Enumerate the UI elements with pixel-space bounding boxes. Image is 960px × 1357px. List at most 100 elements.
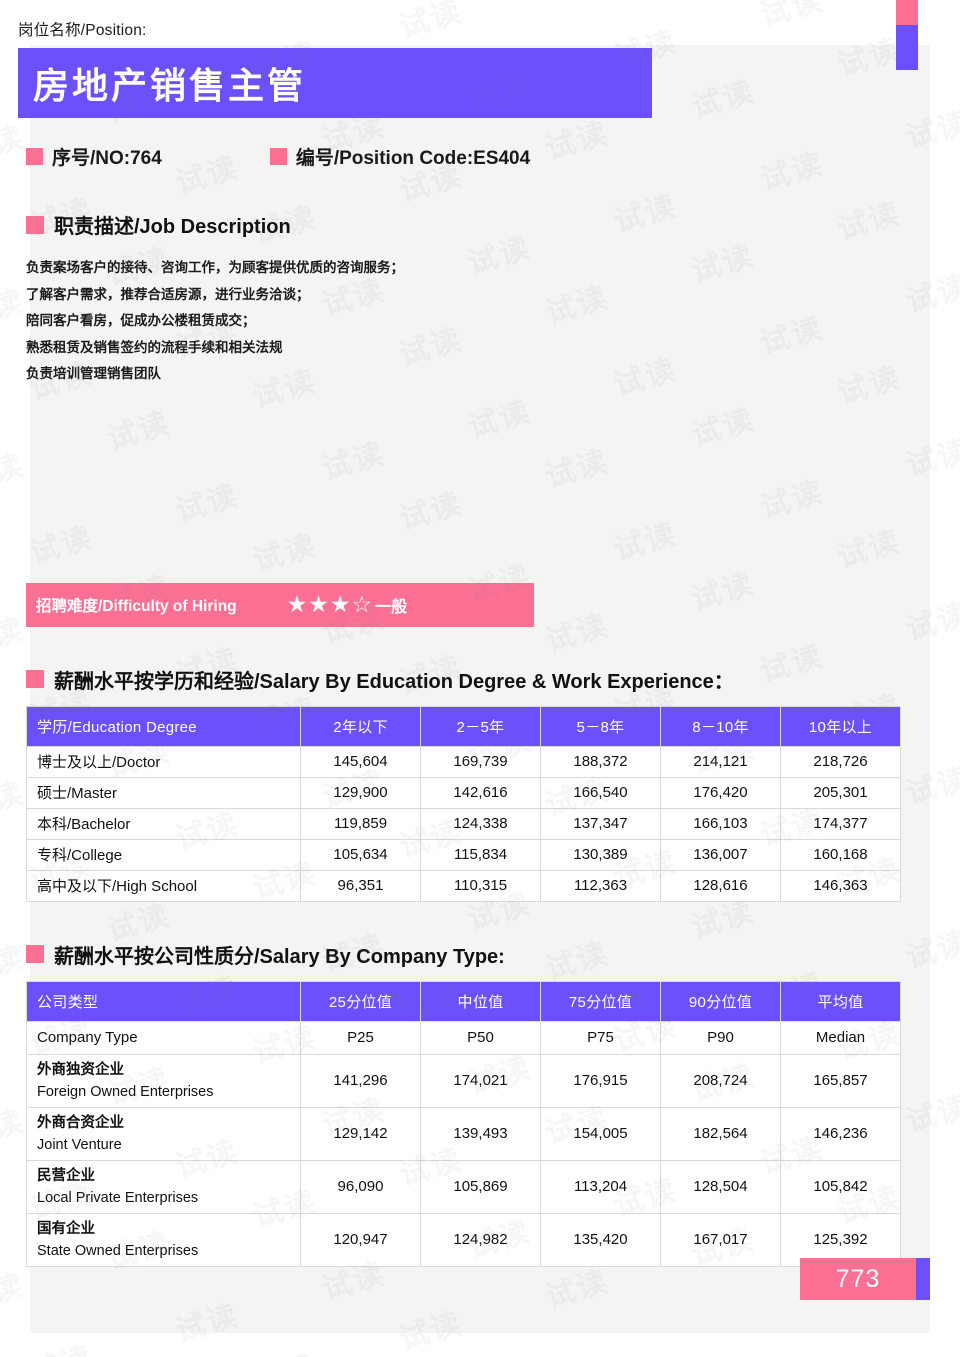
table-cell: 120,947: [300, 1212, 421, 1267]
column-header: 中位值: [420, 980, 541, 1022]
table-cell: 174,377: [780, 807, 901, 840]
corner-marker-purple: [896, 25, 918, 70]
column-header: 90分位值: [660, 980, 781, 1022]
table-cell: 146,236: [780, 1106, 901, 1161]
table-cell: 174,021: [420, 1053, 541, 1108]
company-table-heading-text: 薪酬水平按公司性质分/Salary By Company Type:: [54, 945, 505, 968]
position-code-text: 编号/Position Code:ES404: [295, 148, 531, 169]
table-cell: 214,121: [660, 745, 781, 778]
table-row: 外商独资企业 Foreign Owned Enterprises 141,296 17…: [26, 1053, 901, 1108]
row-label-cn: 外商合资企业: [37, 1114, 124, 1131]
table-cell: 124,982: [420, 1212, 541, 1267]
page-number-badge: 773: [800, 1258, 930, 1300]
document-content: 岗位名称/Position: 房地产销售主管 序号/NO:764 编号/Posi…: [18, 0, 918, 1267]
row-label-en: Local Private Enterprises: [37, 1189, 199, 1206]
table-cell: 208,724: [660, 1053, 781, 1108]
star-rating-icon: ★★★☆: [286, 591, 374, 617]
table-cell: P50: [420, 1020, 541, 1055]
table-cell: 166,540: [540, 776, 661, 809]
salary-by-education-table: 学历/Education Degree 2年以下 2－5年 5－8年 8－10年 10年以…: [26, 705, 901, 902]
row-label: 民营企业 Local Private Enterprises: [26, 1159, 301, 1214]
table-cell: 124,338: [420, 807, 541, 840]
table-header-row: 公司类型 25分位值 中位值 75分位值 90分位值 平均值: [26, 980, 901, 1022]
table-row: 硕士/Master 129,900 142,616 166,540 176,420 205…: [26, 776, 901, 809]
column-header: 25分位值: [300, 980, 421, 1022]
table-cell: 205,301: [780, 776, 901, 809]
table-row: 民营企业 Local Private Enterprises 96,090 105,8…: [26, 1159, 901, 1214]
table-cell: 105,842: [780, 1159, 901, 1214]
education-table-heading-text: 薪酬水平按学历和经验/Salary By Education Degree & …: [54, 670, 734, 693]
table-row: 专科/College 105,634 115,834 130,389 136,007 16…: [26, 838, 901, 871]
table-row: 博士及以上/Doctor 145,604 169,739 188,372 214,121…: [26, 745, 901, 778]
square-bullet-icon: [26, 945, 44, 963]
table-cell: 115,834: [420, 838, 541, 871]
row-label: 外商独资企业 Foreign Owned Enterprises: [26, 1053, 301, 1108]
salary-by-company-type-table: 公司类型 25分位值 中位值 75分位值 90分位值 平均值 Company Type P2…: [26, 980, 901, 1267]
table-cell: 176,915: [540, 1053, 661, 1108]
table-cell: 112,363: [540, 869, 661, 902]
row-label: Company Type: [26, 1020, 301, 1055]
table-cell: 188,372: [540, 745, 661, 778]
table-cell: 137,347: [540, 807, 661, 840]
job-description-line: 负责培训管理销售团队: [26, 366, 161, 381]
serial-number-item: 序号/NO:764: [26, 143, 162, 170]
table-cell: 129,142: [300, 1106, 421, 1161]
difficulty-of-hiring-bar: 招聘难度/Difficulty of Hiring ★★★☆ 一般: [26, 582, 534, 627]
row-label-cn: 国有企业: [37, 1220, 95, 1237]
meta-row: 序号/NO:764 编号/Position Code:ES404: [26, 143, 900, 170]
table-cell: 135,420: [540, 1212, 661, 1267]
column-header: 5－8年: [540, 705, 661, 747]
table-cell: 167,017: [660, 1212, 781, 1267]
table-cell: 130,389: [540, 838, 661, 871]
job-description-body: 负责案场客户的接待、咨询工作，为顾客提供优质的咨询服务； 了解客户需求，推荐合适房…: [26, 255, 900, 388]
page-badge-accent: [916, 1258, 930, 1300]
page-number-text: 773: [800, 1258, 916, 1300]
table-cell: 96,351: [300, 869, 421, 902]
table-cell: 166,103: [660, 807, 781, 840]
table-cell: 119,859: [300, 807, 421, 840]
table-cell: 128,616: [660, 869, 781, 902]
corner-marker-pink: [896, 0, 918, 25]
row-label: 高中及以下/High School: [26, 869, 301, 902]
square-bullet-icon: [269, 148, 287, 165]
square-bullet-icon: [26, 148, 43, 165]
row-label-en: Joint Venture: [37, 1136, 122, 1153]
table-cell: 169,739: [420, 745, 541, 778]
row-label: 外商合资企业 Joint Venture: [26, 1106, 301, 1161]
row-label: 国有企业 State Owned Enterprises: [26, 1212, 301, 1267]
row-label-cn: 外商独资企业: [37, 1061, 124, 1078]
table-row: 本科/Bachelor 119,859 124,338 137,347 166,103 1…: [26, 807, 901, 840]
column-header: 8－10年: [660, 705, 781, 747]
job-description-line: 陪同客户看房，促成办公楼租赁成交；: [26, 313, 256, 328]
table-cell: 96,090: [300, 1159, 421, 1214]
difficulty-rating-text: 一般: [375, 598, 408, 616]
row-label: 本科/Bachelor: [26, 807, 301, 840]
square-bullet-icon: [26, 215, 44, 234]
company-table-heading: 薪酬水平按公司性质分/Salary By Company Type:: [26, 940, 900, 969]
column-header: 平均值: [780, 980, 901, 1022]
table-cell: 141,296: [300, 1053, 421, 1108]
job-description-line: 负责案场客户的接待、咨询工作，为顾客提供优质的咨询服务；: [26, 260, 404, 275]
table-cell: 218,726: [780, 745, 901, 778]
job-description-heading: 职责描述/Job Description: [26, 210, 900, 239]
job-description-heading-text: 职责描述/Job Description: [54, 216, 291, 238]
column-header: 2－5年: [420, 705, 541, 747]
table-cell: 110,315: [420, 869, 541, 902]
position-label: 岗位名称/Position:: [18, 22, 147, 39]
table-cell: Median: [780, 1020, 901, 1055]
company-table-head: 公司类型 25分位值 中位值 75分位值 90分位值 平均值: [26, 980, 901, 1022]
job-description-line: 了解客户需求，推荐合适房源，进行业务洽谈；: [26, 286, 310, 302]
table-cell: 176,420: [660, 776, 781, 809]
column-header: 75分位值: [540, 980, 661, 1022]
position-title-banner: 房地产销售主管: [18, 48, 652, 118]
row-label-cn: 民营企业: [37, 1167, 95, 1184]
company-table-body: Company Type P25 P50 P75 P90 Median 外商独资企业 Fore…: [26, 1020, 901, 1267]
table-header-row: 学历/Education Degree 2年以下 2－5年 5－8年 8－10年 10年以…: [26, 705, 901, 747]
row-label: 硕士/Master: [26, 776, 301, 809]
table-row: 外商合资企业 Joint Venture 129,142 139,493 154,005…: [26, 1106, 901, 1161]
table-cell: 160,168: [780, 838, 901, 871]
table-cell: 128,504: [660, 1159, 781, 1214]
table-cell: 129,900: [300, 776, 421, 809]
education-table-body: 博士及以上/Doctor 145,604 169,739 188,372 214,121…: [26, 745, 901, 902]
education-table-head: 学历/Education Degree 2年以下 2－5年 5－8年 8－10年 10年以…: [26, 705, 901, 747]
